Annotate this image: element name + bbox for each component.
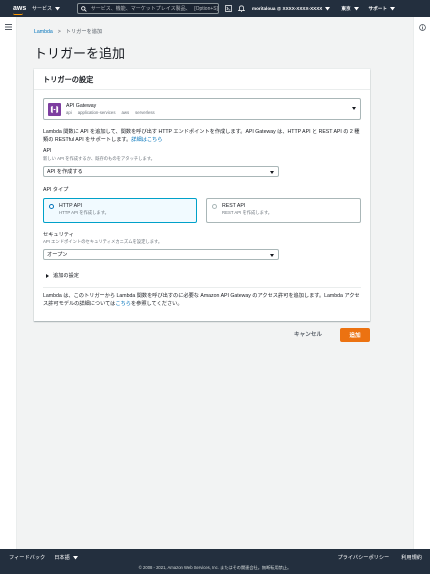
security-select[interactable]: オープン [43,249,279,260]
rest-api-option[interactable]: REST API REST API を作成します。 [206,198,361,223]
cloudshell-icon[interactable] [224,4,233,13]
trigger-tag: api [66,110,72,115]
caret-down-icon [270,170,274,174]
aws-logo[interactable]: aws [0,5,27,15]
search-input[interactable]: サービス、機能、マーケットプレイス製品、ドキュメントを検索 [Option+S] [77,3,219,14]
caret-down-icon [270,253,274,257]
http-api-title: HTTP API [59,203,82,209]
breadcrumb-separator: > [57,28,61,35]
trigger-name: API Gateway [66,103,97,109]
radio-selected-icon [49,204,54,209]
panel-divider [43,287,361,288]
search-shortcut: [Option+S] [194,5,218,12]
api-gateway-description: Lambda 関数に API を追加して、関数を呼び出す HTTP エンドポイン… [43,129,361,145]
trigger-tag: application-services [77,110,116,115]
privacy-link[interactable]: プライバシーポリシー [337,554,389,561]
trigger-tag: aws [121,110,130,115]
page-title: トリガーを追加 [34,46,126,61]
aws-logo-text: aws [13,5,27,12]
permission-notice: Lambda は、このトリガーから Lambda 関数を呼び出すのに必要な Am… [43,293,361,309]
feedback-link[interactable]: フィードバック [9,554,45,561]
security-select-value: オープン [47,252,68,258]
trigger-source-select[interactable]: API Gateway api application-services aws… [43,98,361,120]
language-select[interactable]: 日本語 [54,554,78,561]
caret-down-icon [352,107,356,110]
api-type-label: API タイプ [43,187,69,193]
breadcrumb-lambda-link[interactable]: Lambda [34,29,53,35]
api-label: API [43,148,52,154]
http-api-option[interactable]: HTTP API HTTP API を作成します。 [43,198,197,223]
add-button[interactable]: 追加 [340,328,370,342]
radio-unselected-icon [212,204,217,209]
copyright-text: © 2008 - 2021, Amazon Web Services, Inc.… [138,565,292,570]
panel-title: トリガーの設定 [34,69,370,90]
http-api-desc: HTTP API を作成します。 [59,210,109,215]
trigger-config-panel: トリガーの設定 API Gateway api application-serv… [34,69,370,321]
services-menu[interactable]: サービス [32,5,72,12]
chevron-down-icon [389,6,395,10]
api-select[interactable]: API を作成する [43,166,279,177]
account-menu[interactable]: moritaloua @ XXXX-XXXX-XXXX [252,6,331,11]
cancel-button[interactable]: キャンセル [294,330,322,338]
chevron-down-icon [353,6,359,10]
api-sublabel: 新しい API を作成するか、既存のものをアタッチします。 [43,156,155,161]
permission-text: Lambda は、このトリガーから Lambda 関数を呼び出すのに必要な Am… [43,293,360,307]
search-placeholder: サービス、機能、マーケットプレイス製品、ドキュメントを検索 [90,6,191,12]
chevron-down-icon [325,6,331,10]
chevron-down-icon [55,6,61,10]
top-navigation-bar: aws サービス サービス、機能、マーケットプレイス製品、ドキュメントを検索 [… [0,0,430,17]
description-text: Lambda 関数に API を追加して、関数を呼び出す HTTP エンドポイン… [43,129,360,143]
rest-api-title: REST API [222,203,246,209]
breadcrumb-current: トリガーを追加 [65,29,103,35]
chevron-down-icon [72,555,78,559]
services-label: サービス [32,6,53,12]
region-label: 東京 [341,5,351,11]
learn-more-link[interactable]: 詳細はこちら [131,137,162,143]
search-icon [81,5,87,12]
permission-tail: を参照してください。 [130,300,183,307]
info-icon[interactable] [419,24,426,31]
bell-icon[interactable] [237,4,246,13]
account-label: moritaloua @ XXXX-XXXX-XXXX [252,6,323,11]
trigger-tags: api application-services aws serverless [66,110,155,115]
security-sublabel: API エンドポイントのセキュリティメカニズムを設定します。 [43,239,163,244]
support-menu[interactable]: サポート [369,6,395,12]
left-rail [0,17,17,549]
region-menu[interactable]: 東京 [341,5,359,12]
api-gateway-icon [48,102,61,116]
api-select-value: API を作成する [47,169,83,175]
aws-smile-icon [13,13,23,15]
right-rail [413,17,430,549]
trigger-tag: serverless [135,110,155,115]
support-label: サポート [368,5,387,11]
hamburger-menu-icon[interactable] [5,24,12,30]
rest-api-desc: REST API を作成します。 [222,210,273,215]
terms-link[interactable]: 利用規約 [401,554,422,561]
additional-settings-label: 追加の設定 [53,273,79,279]
caret-right-icon [46,273,49,278]
language-label: 日本語 [54,555,70,561]
security-label: セキュリティ [43,232,74,238]
breadcrumb: Lambda > トリガーを追加 [34,28,103,36]
additional-settings-toggle[interactable]: 追加の設定 [46,272,79,279]
footer: フィードバック 日本語 プライバシーポリシー 利用規約 © 2008 - 202… [0,549,430,574]
permission-link[interactable]: こちら [115,301,131,307]
